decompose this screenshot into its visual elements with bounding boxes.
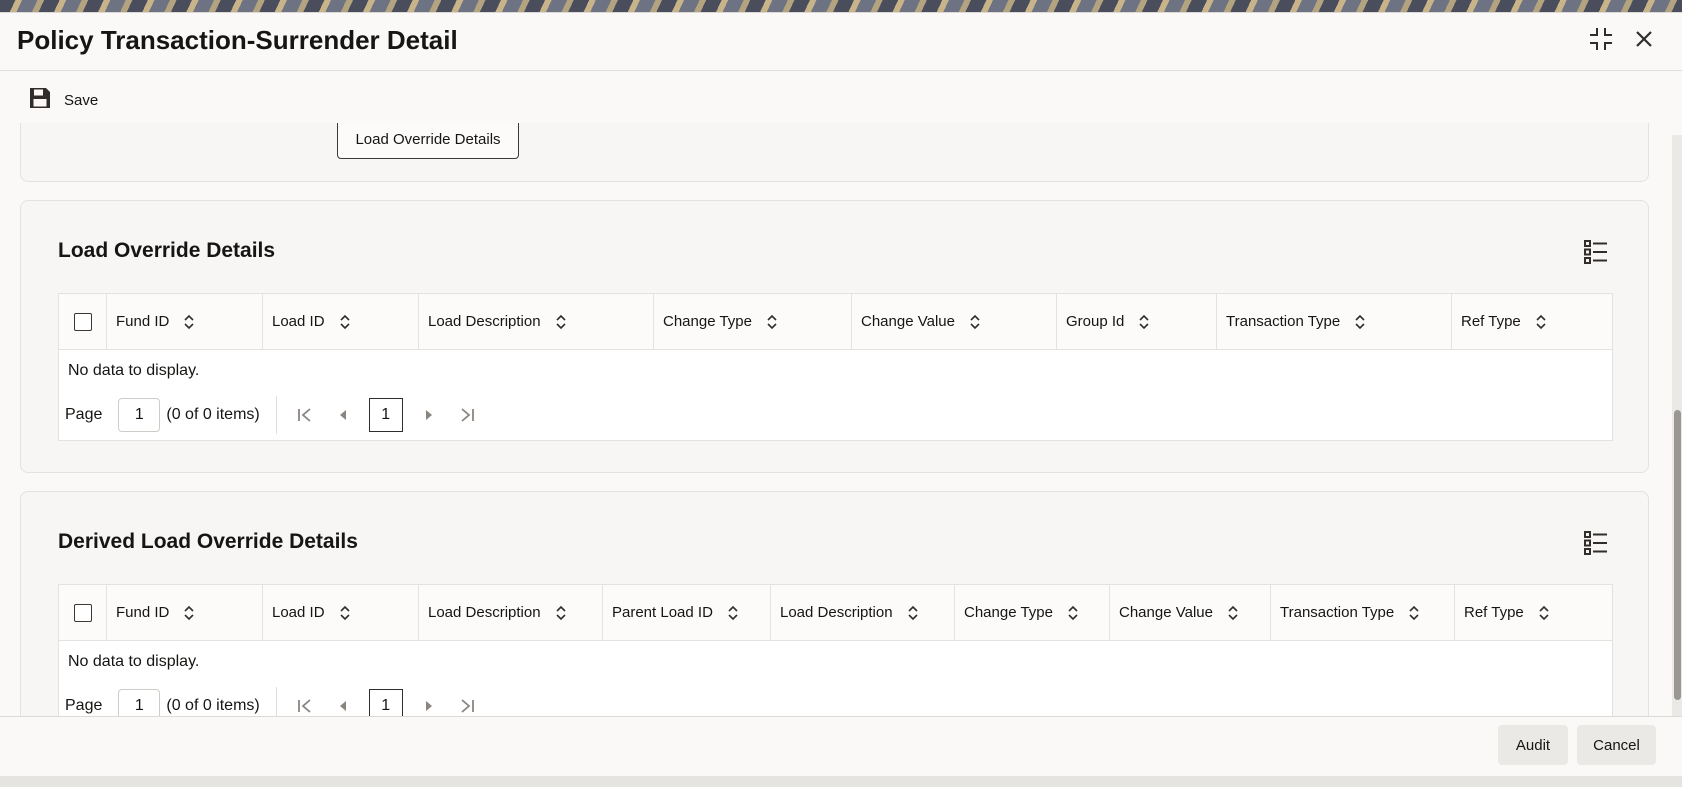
column-header-change-value[interactable]: Change Value xyxy=(852,294,1057,349)
column-header-change-type[interactable]: Change Type xyxy=(955,585,1110,640)
table-header: Fund ID Load ID Load Description Parent … xyxy=(59,585,1612,641)
sort-icon[interactable] xyxy=(183,605,195,621)
sort-icon[interactable] xyxy=(339,605,351,621)
next-page-icon[interactable] xyxy=(417,403,441,427)
sort-icon[interactable] xyxy=(183,314,195,330)
column-header-fund-id[interactable]: Fund ID xyxy=(107,294,263,349)
column-header-ref-type[interactable]: Ref Type xyxy=(1452,294,1612,349)
previous-page-icon[interactable] xyxy=(331,403,355,427)
empty-message: No data to display. xyxy=(68,653,200,670)
column-header-change-value[interactable]: Change Value xyxy=(1110,585,1271,640)
select-all-cell xyxy=(59,585,107,640)
audit-button[interactable]: Audit xyxy=(1498,725,1568,765)
column-header-load-id[interactable]: Load ID xyxy=(263,585,419,640)
title-bar: Policy Transaction-Surrender Detail xyxy=(0,13,1682,71)
load-override-section: Load Override Details Fund ID Load ID Lo… xyxy=(20,200,1649,473)
pagination: Page (0 of 0 items) 1 xyxy=(59,390,1612,440)
column-header-ref-type[interactable]: Ref Type xyxy=(1455,585,1612,640)
column-header-transaction-type[interactable]: Transaction Type xyxy=(1217,294,1452,349)
column-header-load-description[interactable]: Load Description xyxy=(419,585,603,640)
sort-icon[interactable] xyxy=(907,605,919,621)
column-list-icon[interactable] xyxy=(1583,530,1609,556)
previous-page-icon[interactable] xyxy=(331,694,355,718)
dialog-footer: Audit Cancel xyxy=(0,716,1682,776)
column-header-parent-load-id[interactable]: Parent Load ID xyxy=(603,585,771,640)
sort-icon[interactable] xyxy=(1538,605,1550,621)
page-label: Page xyxy=(65,697,103,714)
first-page-icon[interactable] xyxy=(293,694,317,718)
column-list-icon[interactable] xyxy=(1583,239,1609,265)
table-header: Fund ID Load ID Load Description Change … xyxy=(59,294,1612,350)
column-header-change-type[interactable]: Change Type xyxy=(654,294,852,349)
scrollbar-thumb[interactable] xyxy=(1674,410,1681,700)
page-label: Page xyxy=(65,406,103,423)
column-header-parent-load-description[interactable]: Load Description xyxy=(771,585,955,640)
sort-icon[interactable] xyxy=(1408,605,1420,621)
current-page-button[interactable]: 1 xyxy=(368,398,403,432)
sort-icon[interactable] xyxy=(555,605,567,621)
sort-icon[interactable] xyxy=(1354,314,1366,330)
toolbar: Save xyxy=(28,85,98,115)
sort-icon[interactable] xyxy=(1227,605,1239,621)
sort-icon[interactable] xyxy=(727,605,739,621)
top-panel: Load Override Details xyxy=(20,123,1649,182)
dialog-window: Policy Transaction-Surrender Detail Save xyxy=(0,12,1682,775)
sort-icon[interactable] xyxy=(1535,314,1547,330)
items-count: (0 of 0 items) xyxy=(166,406,260,423)
close-icon[interactable] xyxy=(1630,25,1658,53)
cancel-button[interactable]: Cancel xyxy=(1577,725,1656,765)
sort-icon[interactable] xyxy=(1067,605,1079,621)
background-banner xyxy=(0,0,1682,12)
save-label: Save xyxy=(64,91,99,109)
items-count: (0 of 0 items) xyxy=(166,697,260,714)
select-all-checkbox[interactable] xyxy=(73,312,92,331)
load-override-details-button[interactable]: Load Override Details xyxy=(337,123,519,159)
floppy-disk-icon xyxy=(28,86,52,114)
column-header-load-description[interactable]: Load Description xyxy=(419,294,654,349)
page-title: Policy Transaction-Surrender Detail xyxy=(17,25,458,55)
next-page-icon[interactable] xyxy=(417,694,441,718)
sort-icon[interactable] xyxy=(339,314,351,330)
maximize-icon[interactable] xyxy=(1587,25,1615,53)
load-override-title: Load Override Details xyxy=(58,239,276,262)
last-page-icon[interactable] xyxy=(455,694,479,718)
derived-load-override-table: Fund ID Load ID Load Description Parent … xyxy=(58,584,1613,729)
column-header-group-id[interactable]: Group Id xyxy=(1057,294,1217,349)
last-page-icon[interactable] xyxy=(455,403,479,427)
sort-icon[interactable] xyxy=(969,314,981,330)
sort-icon[interactable] xyxy=(555,314,567,330)
first-page-icon[interactable] xyxy=(293,403,317,427)
load-override-table: Fund ID Load ID Load Description Change … xyxy=(58,293,1613,441)
column-header-transaction-type[interactable]: Transaction Type xyxy=(1271,585,1455,640)
empty-message: No data to display. xyxy=(68,362,200,379)
derived-load-override-title: Derived Load Override Details xyxy=(58,530,358,553)
page-input[interactable] xyxy=(118,398,161,432)
content-area[interactable]: Load Override Details Load Override Deta… xyxy=(0,123,1672,729)
column-header-load-id[interactable]: Load ID xyxy=(263,294,419,349)
derived-load-override-section: Derived Load Override Details Fund ID Lo… xyxy=(20,491,1649,729)
vertical-scrollbar[interactable] xyxy=(1672,135,1682,730)
pager-divider xyxy=(275,396,277,434)
select-all-cell xyxy=(59,294,107,349)
sort-icon[interactable] xyxy=(1138,314,1150,330)
column-header-fund-id[interactable]: Fund ID xyxy=(107,585,263,640)
sort-icon[interactable] xyxy=(766,314,778,330)
select-all-checkbox[interactable] xyxy=(73,603,92,622)
save-button[interactable]: Save xyxy=(28,86,98,114)
